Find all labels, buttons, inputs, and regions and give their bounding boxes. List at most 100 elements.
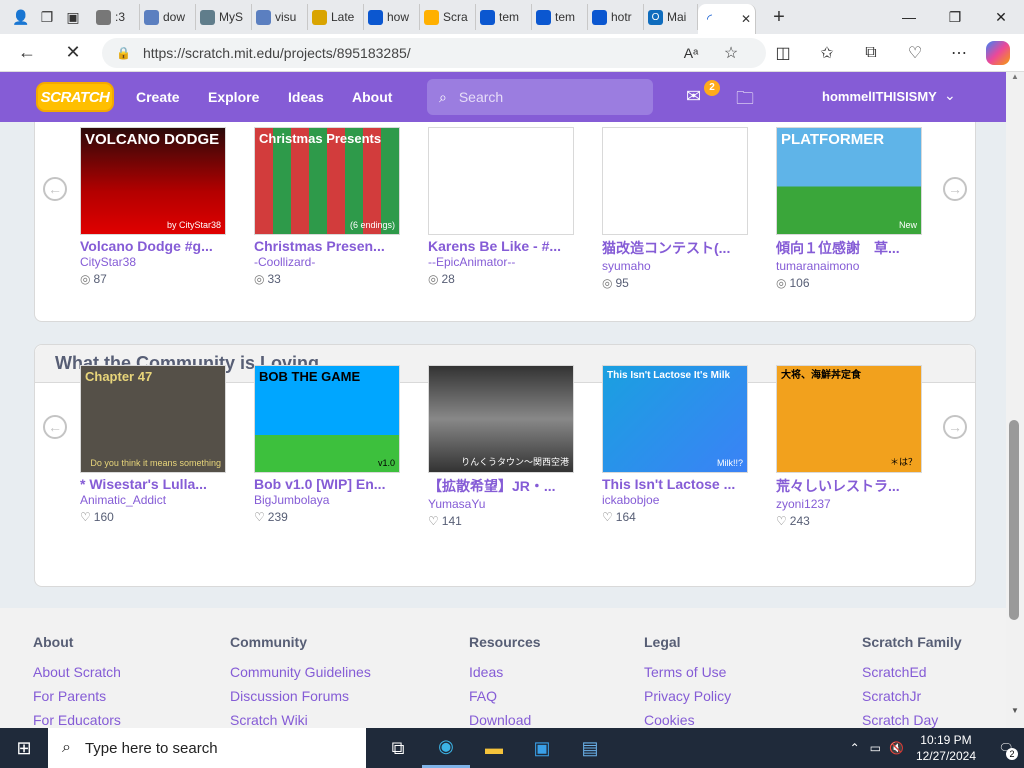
page-scrollbar[interactable] (1006, 72, 1024, 728)
nav-create[interactable]: Create (136, 89, 180, 105)
project-card[interactable]: 大将、海鮮丼定食 ＊は？ 荒々しいレストラ... zyoni1237 ♡ 243 (776, 365, 924, 528)
more-menu-icon[interactable]: ⋯ (944, 38, 974, 68)
project-author[interactable]: Animatic_Addict (80, 493, 228, 507)
project-author[interactable]: ickabobjoe (602, 493, 750, 507)
new-tab-button[interactable]: + (766, 4, 792, 30)
browser-tab[interactable]: tem (476, 4, 532, 30)
nav-explore[interactable]: Explore (208, 89, 259, 105)
back-button[interactable]: ← (10, 36, 44, 70)
footer-link[interactable]: FAQ (469, 688, 497, 704)
collections-toolbar-icon[interactable]: ⧉ (856, 38, 886, 68)
footer-link[interactable]: For Educators (33, 712, 121, 728)
browser-tab[interactable]: tem (532, 4, 588, 30)
project-title[interactable]: 荒々しいレストラ... (776, 476, 924, 496)
footer-link[interactable]: ScratchEd (862, 664, 927, 680)
project-card[interactable]: This Isn't Lactose It's Milk Milk!!? This … (602, 365, 750, 524)
carousel-right-arrow[interactable]: → (943, 415, 967, 439)
project-card[interactable]: Karens Be Like - #... --EpicAnimator-- ◎ 28 (428, 127, 576, 286)
project-title[interactable]: * Wisestar's Lulla... (80, 476, 228, 492)
project-thumbnail[interactable]: Christmas Presents (6 endings) (254, 127, 400, 235)
project-thumbnail[interactable] (428, 127, 574, 235)
browser-tab[interactable]: Scra (420, 4, 476, 30)
footer-link[interactable]: Scratch Day (862, 712, 938, 728)
my-stuff-folder-icon[interactable]: 🗀 (736, 86, 754, 116)
edge-icon[interactable]: ◉ (422, 728, 470, 768)
scrollbar-thumb[interactable] (1009, 420, 1019, 620)
browser-tab[interactable]: dow (140, 4, 196, 30)
close-tab-icon[interactable]: ✕ (741, 12, 751, 26)
project-author[interactable]: zyoni1237 (776, 497, 924, 511)
chevron-down-icon[interactable]: ⌄ (944, 87, 956, 104)
project-title[interactable]: 傾向１位感謝 草... (776, 238, 924, 258)
project-author[interactable]: YumasaYu (428, 497, 576, 511)
nav-ideas[interactable]: Ideas (288, 89, 324, 105)
scroll-down-arrow[interactable]: ▼ (1006, 706, 1024, 720)
project-title[interactable]: Volcano Dodge #g... (80, 238, 228, 254)
volume-muted-icon[interactable]: 🔇 (889, 741, 904, 755)
footer-link[interactable]: Privacy Policy (644, 688, 731, 704)
stop-loading-button[interactable]: ✕ (56, 36, 90, 70)
notification-icon[interactable]: 🗨 2 (988, 728, 1024, 768)
footer-link[interactable]: Ideas (469, 664, 503, 680)
username-menu[interactable]: hommelITHISISMY (822, 89, 937, 104)
project-thumbnail[interactable]: PLATFORMER New (776, 127, 922, 235)
project-thumbnail[interactable]: BOB THE GAME v1.0 (254, 365, 400, 473)
project-title[interactable]: Bob v1.0 [WIP] En... (254, 476, 402, 492)
browser-tab[interactable]: MyS (196, 4, 252, 30)
copilot-icon[interactable] (986, 41, 1010, 65)
collections-icon[interactable]: ❐ (34, 4, 60, 30)
project-author[interactable]: CityStar38 (80, 255, 228, 269)
restore-icon[interactable]: ❐ (932, 0, 978, 34)
url-field[interactable]: 🔒 https://scratch.mit.edu/projects/89518… (102, 38, 766, 68)
project-author[interactable]: syumaho (602, 259, 750, 273)
footer-link[interactable]: Terms of Use (644, 664, 726, 680)
project-title[interactable]: 【拡散希望】JR・... (428, 476, 576, 496)
windows-start-icon[interactable]: ⊞ (0, 728, 48, 768)
project-thumbnail[interactable]: This Isn't Lactose It's Milk Milk!!? (602, 365, 748, 473)
project-thumbnail[interactable]: Chapter 47 Do you think it means somethin… (80, 365, 226, 473)
project-thumbnail[interactable]: VOLCANO DODGE by CityStar38 (80, 127, 226, 235)
project-card[interactable]: BOB THE GAME v1.0 Bob v1.0 [WIP] En... BigJ… (254, 365, 402, 524)
taskbar-search-input[interactable]: ⌕ Type here to search (48, 728, 366, 768)
file-explorer-icon[interactable]: ▬ (470, 728, 518, 768)
read-aloud-icon[interactable]: Aᵃ (676, 38, 706, 68)
footer-link[interactable]: Scratch Wiki (230, 712, 308, 728)
project-title[interactable]: Christmas Presen... (254, 238, 402, 254)
project-author[interactable]: -Coollizard- (254, 255, 402, 269)
close-window-icon[interactable]: ✕ (978, 0, 1024, 34)
app-window-icon[interactable]: ▣ (518, 728, 566, 768)
project-card[interactable]: PLATFORMER New 傾向１位感謝 草... tumaranaimono ◎ 10… (776, 127, 924, 290)
browser-tab[interactable]: O Mai (644, 4, 698, 30)
project-thumbnail[interactable]: りんくうタウン〜関西空港 (428, 365, 574, 473)
nav-about[interactable]: About (352, 89, 392, 105)
chevron-up-icon[interactable]: ⌃ (850, 741, 860, 755)
project-card[interactable]: Christmas Presents (6 endings) Christmas P… (254, 127, 402, 286)
browser-tab[interactable]: how (364, 4, 420, 30)
minimize-icon[interactable]: — (886, 0, 932, 34)
footer-link[interactable]: Cookies (644, 712, 695, 728)
scroll-up-arrow[interactable]: ▲ (1006, 72, 1024, 86)
scratch-search-input[interactable]: ⌕ Search (427, 79, 653, 115)
tab-active[interactable]: ◜ ✕ (698, 4, 756, 34)
split-screen-icon[interactable]: ◫ (768, 38, 798, 68)
browser-tab[interactable]: Late (308, 4, 364, 30)
project-card[interactable]: Chapter 47 Do you think it means somethin… (80, 365, 228, 524)
carousel-left-arrow[interactable]: ← (43, 177, 67, 201)
profile-icon[interactable]: 👤 (8, 4, 34, 30)
browser-tab[interactable]: visu (252, 4, 308, 30)
carousel-right-arrow[interactable]: → (943, 177, 967, 201)
browser-essentials-icon[interactable]: ♡ (900, 38, 930, 68)
project-author[interactable]: --EpicAnimator-- (428, 255, 576, 269)
footer-link[interactable]: Discussion Forums (230, 688, 349, 704)
browser-tab[interactable]: :3 (92, 4, 140, 30)
scratch-logo[interactable]: SCRATCH (36, 82, 114, 112)
project-card[interactable]: VOLCANO DODGE by CityStar38 Volcano Dodge … (80, 127, 228, 286)
task-view-icon[interactable]: ⧉ (374, 728, 422, 768)
footer-link[interactable]: Community Guidelines (230, 664, 371, 680)
app-document-icon[interactable]: ▤ (566, 728, 614, 768)
favorite-star-icon[interactable]: ☆ (716, 38, 746, 68)
project-title[interactable]: This Isn't Lactose ... (602, 476, 750, 492)
project-author[interactable]: BigJumbolaya (254, 493, 402, 507)
project-title[interactable]: Karens Be Like - #... (428, 238, 576, 254)
project-card[interactable]: 猫改造コンテスト(... syumaho ◎ 95 (602, 127, 750, 290)
